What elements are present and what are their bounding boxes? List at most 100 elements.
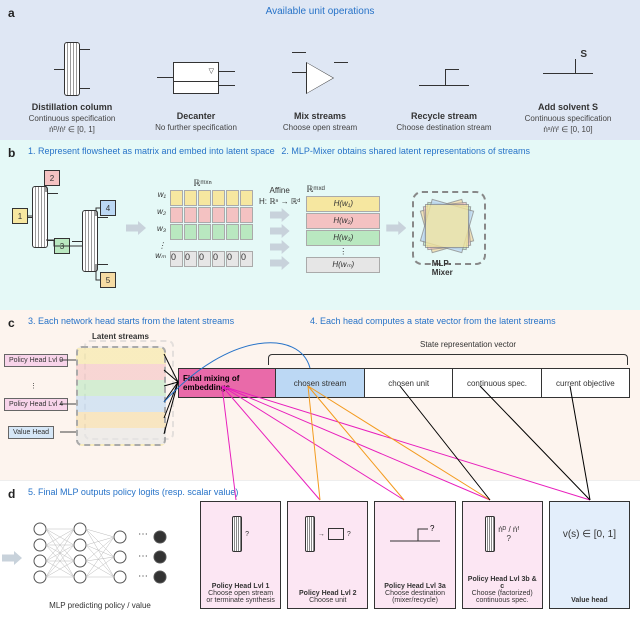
h-row: H(w₃) [306, 230, 380, 246]
value-expr: v(s) ∈ [0, 1] [563, 506, 616, 562]
mlp-caption: MLP predicting policy / value [20, 601, 180, 610]
embedded-matrix: ℝᵐˣᵈ H(w₁) H(w₂) H(w₃) ⋮ H(wₘ) [306, 184, 380, 273]
head-sub: Choose unit [299, 597, 357, 604]
arrow-icon [270, 208, 290, 222]
state-rep-label: State representation vector [420, 340, 516, 349]
unit-operations-row: Distillation column Continuous specifica… [0, 0, 640, 140]
op-sub: Continuous specification [29, 114, 116, 123]
h-dim: ℝᵐˣᵈ [306, 184, 380, 195]
svg-text:⋯: ⋯ [138, 551, 148, 562]
op-sub: Choose destination stream [396, 123, 491, 132]
op-solvent: S Add solvent S Continuous specification… [506, 22, 630, 134]
op-distillation: Distillation column Continuous specifica… [10, 22, 134, 134]
head-title: Policy Head Lvl 3a [379, 583, 450, 590]
policy-head-box-1: ? Policy Head Lvl 1 Choose open stream o… [200, 501, 281, 609]
panel-label-b: b [8, 146, 15, 160]
policy-head-4: Policy Head Lvl 4 [4, 398, 68, 411]
cell-cont-spec: continuous spec. [453, 369, 541, 397]
panel-c: c 3. Each network head starts from the l… [0, 310, 640, 480]
op-mix: Mix streams Choose open stream [258, 22, 382, 134]
head-title: Policy Head Lvl 3b & c [467, 576, 538, 590]
mlp-diagram: ⋯ ⋯ ⋯ MLP predicting policy / value [20, 517, 180, 610]
mixer-label: MLP-Mixer [432, 259, 467, 277]
panel-label-d: d [8, 487, 15, 501]
head-title: Policy Head Lvl 2 [299, 590, 357, 597]
head-diagram-icon: ? [232, 506, 249, 562]
cell-final-mixing: Final mixing of embeddings [179, 369, 276, 397]
op-name: Decanter [177, 111, 216, 121]
svg-text:?: ? [430, 524, 435, 533]
head-sub: Choose destination (mixer/recycle) [379, 590, 450, 604]
value-head: Value Head [8, 426, 54, 439]
cell-chosen-unit: chosen unit [365, 369, 453, 397]
row-label: w₁ [152, 190, 166, 206]
panel-b: b 1. Represent flowsheet as matrix and e… [0, 140, 640, 310]
head-sub: Choose (factorized) continuous spec. [467, 590, 538, 604]
value-head-box: v(s) ∈ [0, 1] Value head [549, 501, 630, 609]
mlp-mixer-box: MLP-Mixer [412, 191, 486, 265]
panel-label-a: a [8, 6, 15, 20]
frac-label: ṅᴰ / ṅᶠ [498, 525, 519, 534]
policy-head-0: Policy Head Lvl 0 [4, 354, 68, 367]
flowsheet-example: 1 2 3 4 5 [10, 168, 120, 288]
arrow-icon [126, 221, 146, 235]
row-label: wₘ [152, 251, 166, 267]
row-label: ⋮ [152, 241, 166, 250]
arrow-icon [2, 551, 22, 565]
op-sub: No further specification [155, 123, 237, 132]
h-row: H(w₁) [306, 196, 380, 212]
decanter-icon [173, 49, 219, 107]
arrow-icon [270, 256, 290, 270]
op-name: Distillation column [32, 102, 113, 112]
svg-text:⋯: ⋯ [138, 571, 148, 582]
head-diagram-icon: ṅᴰ / ṅᶠ ? [485, 506, 519, 562]
cell-chosen-stream: chosen stream [276, 369, 365, 397]
head-dots: ⋮ [26, 380, 41, 392]
bracket-icon [268, 354, 628, 365]
arrow-icon [386, 221, 406, 235]
affine-label: Affine [269, 186, 289, 195]
head-title: Value head [571, 597, 608, 604]
policy-head-box-3a: ? Policy Head Lvl 3a Choose destination … [374, 501, 455, 609]
policy-head-box-3bc: ṅᴰ / ṅᶠ ? Policy Head Lvl 3b & c Choose … [462, 501, 543, 609]
head-diagram-icon: ? [390, 506, 440, 562]
svg-text:⋯: ⋯ [138, 529, 148, 540]
op-recycle: Recycle stream Choose destination stream [382, 22, 506, 134]
heads-row: ? Policy Head Lvl 1 Choose open stream o… [200, 501, 630, 609]
stream-matrix: ℝᵐˣⁿ w₁ w₂ w₃ ⋮ wₘ000000 [152, 190, 253, 267]
op-sub: Continuous specification [525, 114, 612, 123]
cell-objective: current objective [542, 369, 629, 397]
flowsheet-lines [10, 168, 120, 298]
row-label: w₂ [152, 207, 166, 223]
head-sub: Choose open stream or terminate synthesi… [205, 590, 276, 604]
op-name: Recycle stream [411, 111, 477, 121]
head-title: Policy Head Lvl 1 [205, 583, 276, 590]
caption-d1: 5. Final MLP outputs policy logits (resp… [28, 487, 238, 497]
panel-a-title: Available unit operations [266, 6, 375, 17]
caption-b1: 1. Represent flowsheet as matrix and emb… [28, 146, 275, 156]
matrix-dim: ℝᵐˣⁿ [193, 178, 212, 189]
caption-c2: 4. Each head computes a state vector fro… [310, 316, 556, 326]
recycle-icon [419, 49, 469, 107]
row-label: w₃ [152, 224, 166, 240]
latent-streams [76, 346, 166, 446]
state-vector-row: Final mixing of embeddings chosen stream… [178, 368, 630, 398]
affine-map: H: ℝⁿ → ℝᵈ [259, 197, 300, 206]
op-sub: Choose open stream [283, 123, 357, 132]
op-spec: ṅᴰ/ṅᶠ ∈ [0, 1] [49, 125, 95, 134]
mlp-icon: ⋯ ⋯ ⋯ [20, 517, 180, 597]
solvent-icon: S [543, 40, 593, 98]
distillation-column-icon [64, 40, 80, 98]
h-row-dots: ⋮ [306, 247, 380, 256]
caption-c1: 3. Each network head starts from the lat… [28, 316, 234, 326]
op-spec: ṅˢ/ṅᶠ ∈ [0, 10] [543, 125, 592, 134]
arrow-icon [270, 224, 290, 238]
panel-d: d 5. Final MLP outputs policy logits (re… [0, 480, 640, 637]
op-name: Mix streams [294, 111, 346, 121]
policy-head-box-2: → ? Policy Head Lvl 2 Choose unit [287, 501, 368, 609]
op-decanter: Decanter No further specification [134, 22, 258, 134]
caption-b2: 2. MLP-Mixer obtains shared latent repre… [281, 146, 530, 156]
panel-a: a Available unit operations Distillation… [0, 0, 640, 140]
op-name: Add solvent S [538, 102, 598, 112]
h-row: H(w₂) [306, 213, 380, 229]
